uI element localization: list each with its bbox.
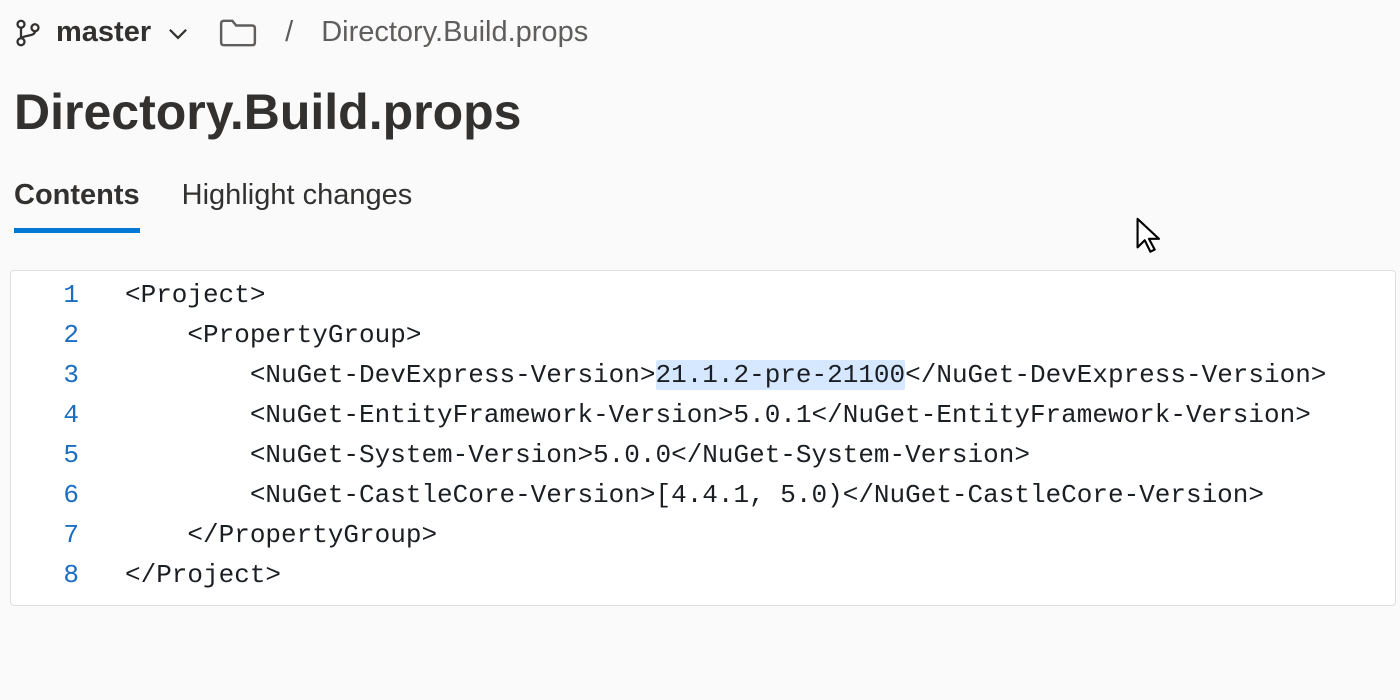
line-number: 7 <box>11 515 103 555</box>
tabs: Contents Highlight changes <box>0 141 1400 234</box>
branch-name: master <box>56 16 151 49</box>
line-number: 5 <box>11 435 103 475</box>
line-number: 1 <box>11 275 103 315</box>
code-text[interactable]: <PropertyGroup> <box>125 315 1395 355</box>
line-number: 2 <box>11 315 103 355</box>
breadcrumb: / Directory.Build.props <box>219 16 588 49</box>
line-number: 4 <box>11 395 103 435</box>
line-number: 8 <box>11 555 103 595</box>
line-number: 3 <box>11 355 103 395</box>
code-line: 8 </Project> <box>11 555 1395 595</box>
branch-icon <box>14 18 42 48</box>
branch-selector[interactable]: master <box>14 16 191 49</box>
page-title: Directory.Build.props <box>0 49 1400 141</box>
code-line: 2 <PropertyGroup> <box>11 315 1395 355</box>
code-panel[interactable]: 1 <Project> 2 <PropertyGroup> 3 <NuGet-D… <box>10 270 1396 606</box>
code-text[interactable]: </PropertyGroup> <box>125 515 1395 555</box>
tab-highlight-changes[interactable]: Highlight changes <box>182 179 413 233</box>
selected-text: 21.1.2-pre-21100 <box>656 360 906 390</box>
breadcrumb-separator: / <box>285 16 293 49</box>
code-text[interactable]: <NuGet-DevExpress-Version>21.1.2-pre-211… <box>125 355 1395 395</box>
header-bar: master / Directory.Build.props <box>0 0 1400 49</box>
code-text[interactable]: <NuGet-System-Version>5.0.0</NuGet-Syste… <box>125 435 1395 475</box>
line-number: 6 <box>11 475 103 515</box>
tab-contents[interactable]: Contents <box>14 179 140 233</box>
folder-icon[interactable] <box>219 18 257 48</box>
breadcrumb-file[interactable]: Directory.Build.props <box>321 16 588 49</box>
code-text[interactable]: </Project> <box>125 555 1395 595</box>
code-line: 1 <Project> <box>11 275 1395 315</box>
code-line: 7 </PropertyGroup> <box>11 515 1395 555</box>
code-text[interactable]: <NuGet-CastleCore-Version>[4.4.1, 5.0)</… <box>125 475 1395 515</box>
code-line: 4 <NuGet-EntityFramework-Version>5.0.1</… <box>11 395 1395 435</box>
code-text[interactable]: <NuGet-EntityFramework-Version>5.0.1</Nu… <box>125 395 1395 435</box>
code-text[interactable]: <Project> <box>125 275 1395 315</box>
chevron-down-icon <box>165 20 191 46</box>
code-line: 6 <NuGet-CastleCore-Version>[4.4.1, 5.0)… <box>11 475 1395 515</box>
code-line: 3 <NuGet-DevExpress-Version>21.1.2-pre-2… <box>11 355 1395 395</box>
code-line: 5 <NuGet-System-Version>5.0.0</NuGet-Sys… <box>11 435 1395 475</box>
